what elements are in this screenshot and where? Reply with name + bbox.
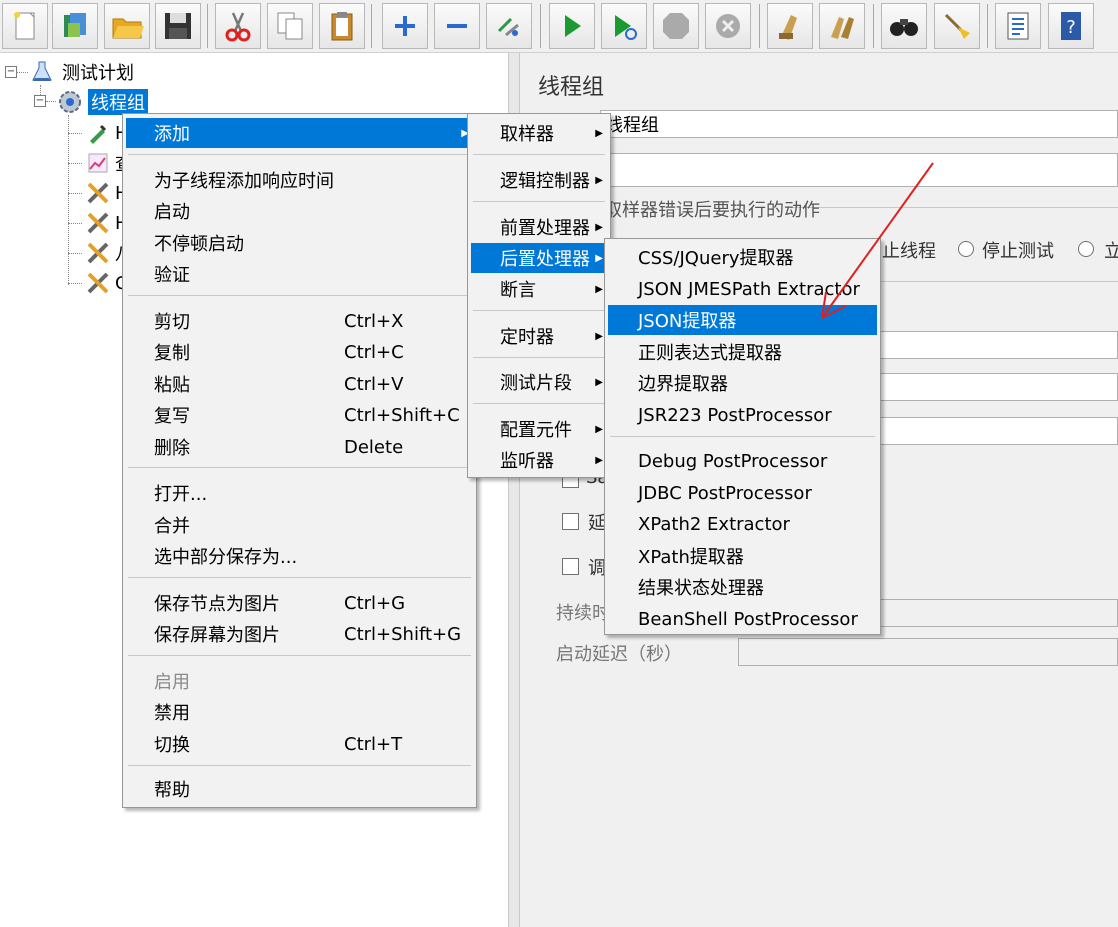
save-icon[interactable] [155,3,201,49]
radio-stop-test-label: 停止测试 [982,241,1054,262]
menu-item-add[interactable]: 添加 ▶ [126,118,473,148]
radio-more-label: 立 [1104,241,1118,262]
menu-item-start-no-pause[interactable]: 不停顿启动 [126,228,473,258]
menu-item-help[interactable]: 帮助 [126,774,473,804]
menu-item-duplicate[interactable]: 复写 Ctrl+Shift+C [126,400,473,430]
submenu-test-fragment[interactable]: 测试片段 ▶ [471,367,607,397]
post-xpath2[interactable]: XPath2 Extractor [608,509,877,539]
expand-icon[interactable] [382,3,428,49]
search-icon[interactable] [881,3,927,49]
add-submenu: 取样器 ▶ 逻辑控制器 ▶ 前置处理器 ▶ 后置处理器 ▶ 断言 ▶ 定时器 ▶ 测试片段 ▶… [467,113,611,478]
post-processor-submenu: CSS/JQuery提取器 JSON JMESPath Extractor JS… [604,238,881,635]
paste-icon[interactable] [319,3,365,49]
panel-title: 线程组 [538,75,605,100]
wrench-icon [84,209,112,237]
toolbar: ? [0,0,1118,53]
tree-node-thread-group[interactable]: 线程组 [56,89,148,115]
menu-item-start[interactable]: 启动 [126,196,473,226]
new-icon[interactable] [2,3,48,49]
chart-icon [84,149,112,177]
flask-icon [28,58,56,86]
reset-search-icon[interactable] [934,3,980,49]
wrench-icon [84,269,112,297]
menu-item-delete[interactable]: 删除 Delete [126,432,473,462]
menu-item-disable[interactable]: 禁用 [126,697,473,727]
post-result-status[interactable]: 结果状态处理器 [608,572,877,602]
submenu-post-processors[interactable]: 后置处理器 ▶ [471,243,607,273]
startup-delay-label: 启动延迟（秒） [556,644,682,665]
collapse-toggle[interactable]: − [34,95,46,107]
menu-item-validate[interactable]: 验证 [126,259,473,289]
submenu-sampler[interactable]: 取样器 ▶ [471,118,607,148]
post-boundary-extractor[interactable]: 边界提取器 [608,368,877,398]
pipette-icon [84,119,112,147]
post-jdbc[interactable]: JDBC PostProcessor [608,478,877,508]
start-no-pause-icon[interactable] [601,3,647,49]
stop-icon [653,3,699,49]
comments-field[interactable] [600,153,1118,187]
menu-item-cut[interactable]: 剪切 Ctrl+X [126,306,473,336]
clear-icon[interactable] [767,3,813,49]
copy-icon[interactable] [267,3,313,49]
radio-stop-test[interactable] [958,241,974,257]
menu-item-open[interactable]: 打开... [126,478,473,508]
post-beanshell[interactable]: BeanShell PostProcessor [608,604,877,634]
shutdown-icon [705,3,751,49]
post-regex-extractor[interactable]: 正则表达式提取器 [608,337,877,367]
post-json-jmespath[interactable]: JSON JMESPath Extractor [608,274,877,304]
toggle-icon[interactable] [486,3,532,49]
open-icon[interactable] [104,3,150,49]
menu-item-add-think-times[interactable]: 为子线程添加响应时间 [126,165,473,195]
wrench-icon [84,239,112,267]
cut-icon[interactable] [215,3,261,49]
menu-item-save-node-image[interactable]: 保存节点为图片 Ctrl+G [126,588,473,618]
collapse-icon[interactable] [434,3,480,49]
submenu-timer[interactable]: 定时器 ▶ [471,321,607,351]
menu-item-save-selection[interactable]: 选中部分保存为... [126,541,473,571]
startup-delay-field [738,638,1118,666]
help-icon[interactable]: ? [1048,3,1094,49]
menu-item-merge[interactable]: 合并 [126,510,473,540]
function-helper-icon[interactable] [995,3,1041,49]
gear-icon [56,88,84,116]
submenu-logic-controller[interactable]: 逻辑控制器 ▶ [471,165,607,195]
submenu-listener[interactable]: 监听器 ▶ [471,445,607,475]
menu-item-enable: 启用 [154,672,190,693]
post-json-extractor[interactable]: JSON提取器 [608,305,877,335]
templates-icon[interactable] [52,3,98,49]
post-xpath[interactable]: XPath提取器 [608,541,877,571]
wrench-icon [84,179,112,207]
post-css-jquery[interactable]: CSS/JQuery提取器 [608,242,877,272]
submenu-assertions[interactable]: 断言 ▶ [471,274,607,304]
post-jsr223[interactable]: JSR223 PostProcessor [608,400,877,430]
delay-checkbox[interactable] [562,513,579,530]
context-menu: 添加 ▶ 为子线程添加响应时间 启动 不停顿启动 验证 剪切 Ctrl+X 复制 Ct… [122,113,477,808]
submenu-config-element[interactable]: 配置元件 ▶ [471,414,607,444]
svg-text:?: ? [1066,17,1076,38]
tree-node-test-plan[interactable]: 测试计划 [28,59,134,85]
error-action-label: 取样器错误后要执行的动作 [604,200,820,221]
duration-label: 持续时 [556,603,610,624]
scheduler-checkbox[interactable] [562,558,579,575]
menu-item-toggle[interactable]: 切换 Ctrl+T [126,729,473,759]
clear-all-icon[interactable] [819,3,865,49]
start-icon[interactable] [549,3,595,49]
submenu-pre-processors[interactable]: 前置处理器 ▶ [471,212,607,242]
menu-item-save-screen-image[interactable]: 保存屏幕为图片 Ctrl+Shift+G [126,619,473,649]
menu-item-paste[interactable]: 粘贴 Ctrl+V [126,369,473,399]
radio-stop-thread-label: 止线程 [882,241,936,262]
menu-item-copy[interactable]: 复制 Ctrl+C [126,337,473,367]
post-debug[interactable]: Debug PostProcessor [608,446,877,476]
radio-more[interactable] [1078,241,1094,257]
name-field[interactable]: 线程组 [600,110,1118,138]
